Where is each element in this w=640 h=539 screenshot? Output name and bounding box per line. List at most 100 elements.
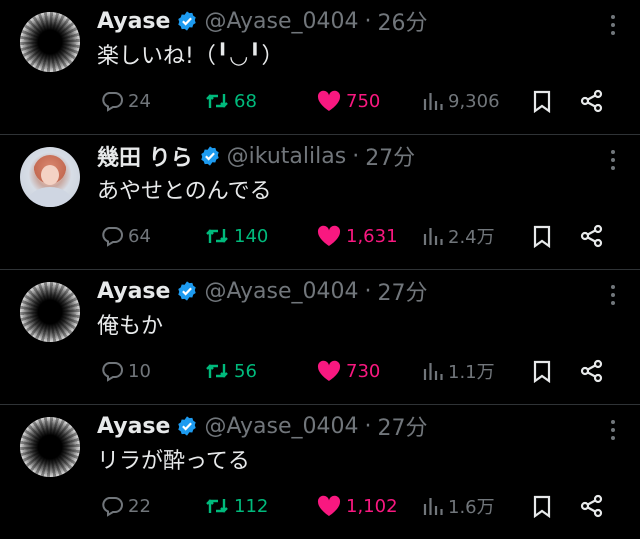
retweet-button[interactable]: 140 [204,221,268,251]
retweet-button[interactable]: 56 [204,356,257,386]
more-dots-icon[interactable] [610,419,616,441]
tweet-text: あやせとのんでる [97,179,272,204]
reply-button[interactable]: 22 [100,491,151,521]
avatar[interactable] [20,147,80,207]
bookmark-icon [533,495,551,518]
like-button[interactable]: 730 [316,356,380,386]
retweet-arrows-icon [206,364,228,378]
like-button[interactable]: 1,631 [316,221,398,251]
reply-button[interactable]: 10 [100,356,151,386]
handle[interactable]: @Ayase_0404 [204,9,358,34]
separator-dot: · [364,8,372,34]
timestamp[interactable]: 26分 [378,5,428,37]
views-bars-icon [423,363,443,380]
views-button[interactable]: 1.6万 [422,491,495,521]
handle[interactable]: @ikutalilas [227,144,347,169]
bookmark-icon [533,360,551,383]
view-count: 1.6万 [448,497,495,518]
bookmark-icon [533,225,551,248]
tweet-header: Ayase @Ayase_0404 · 26分 [97,5,428,37]
handle[interactable]: @Ayase_0404 [204,279,358,304]
view-count: 9,306 [448,90,500,112]
avatar[interactable] [20,417,80,477]
reply-count: 10 [128,360,151,382]
share-icon [580,359,603,383]
tweet[interactable]: 幾田 りら @ikutalilas · 27分 あやせとのんでる 64 140 … [0,135,640,270]
display-name[interactable]: Ayase [97,9,170,34]
more-dots-icon[interactable] [610,149,616,171]
reply-count: 64 [128,225,151,247]
verified-badge-icon [200,146,219,166]
display-name[interactable]: Ayase [97,279,170,304]
like-count: 1,102 [346,495,398,517]
tweet[interactable]: Ayase @Ayase_0404 · 27分 リラが酔ってる 22 112 1… [0,405,640,539]
retweet-count: 56 [234,360,257,382]
bookmark-icon [533,90,551,113]
heart-filled-icon [317,225,341,246]
handle[interactable]: @Ayase_0404 [204,414,358,439]
like-count: 730 [346,360,381,382]
retweet-count: 112 [234,495,269,517]
tweet[interactable]: Ayase @Ayase_0404 · 27分 俺もか 10 56 730 1.… [0,270,640,405]
bookmark-button[interactable] [531,221,553,251]
tweet[interactable]: Ayase @Ayase_0404 · 26分 楽しいね!（╹◡╹） 24 68… [0,0,640,135]
avatar-face-shape [41,165,59,185]
views-button[interactable]: 1.1万 [422,356,495,386]
action-bar: 24 68 750 9,306 [100,86,620,116]
retweet-button[interactable]: 68 [204,86,257,116]
like-button[interactable]: 1,102 [316,491,398,521]
views-button[interactable]: 2.4万 [422,221,495,251]
retweet-arrows-icon [206,94,228,108]
heart-filled-icon [317,495,341,516]
separator-dot: · [352,143,360,169]
separator-dot: · [364,278,372,304]
bookmark-button[interactable] [531,356,553,386]
timestamp[interactable]: 27分 [378,410,428,442]
avatar[interactable] [20,12,80,72]
like-button[interactable]: 750 [316,86,380,116]
retweet-arrows-icon [206,229,228,243]
more-dots-icon[interactable] [610,14,616,36]
verified-badge-icon [178,416,197,436]
retweet-count: 68 [234,90,257,112]
views-button[interactable]: 9,306 [422,86,500,116]
reply-count: 22 [128,495,151,517]
reply-bubble-icon [102,362,123,382]
view-count: 1.1万 [448,362,495,383]
timestamp[interactable]: 27分 [378,275,428,307]
retweet-count: 140 [234,225,269,247]
action-bar: 22 112 1,102 1.6万 [100,491,620,521]
like-count: 750 [346,90,381,112]
avatar[interactable] [20,282,80,342]
share-icon [580,494,603,518]
reply-count: 24 [128,90,151,112]
separator-dot: · [364,413,372,439]
timeline: Ayase @Ayase_0404 · 26分 楽しいね!（╹◡╹） 24 68… [0,0,640,539]
display-name[interactable]: 幾田 りら [97,140,193,172]
bookmark-button[interactable] [531,86,553,116]
share-button[interactable] [579,491,605,521]
action-bar: 64 140 1,631 2.4万 [100,221,620,251]
tweet-text: 俺もか [97,314,164,339]
retweet-button[interactable]: 112 [204,491,268,521]
reply-bubble-icon [102,227,123,247]
reply-button[interactable]: 64 [100,221,151,251]
bookmark-button[interactable] [531,491,553,521]
views-bars-icon [423,93,443,110]
share-button[interactable] [579,221,605,251]
views-bars-icon [423,498,443,515]
verified-badge-icon [178,11,197,31]
heart-filled-icon [317,90,341,111]
more-dots-icon[interactable] [610,284,616,306]
share-button[interactable] [579,356,605,386]
tweet-text: リラが酔ってる [97,449,250,474]
timestamp[interactable]: 27分 [365,140,415,172]
share-icon [580,89,603,113]
retweet-arrows-icon [206,499,228,513]
share-button[interactable] [579,86,605,116]
display-name[interactable]: Ayase [97,414,170,439]
reply-button[interactable]: 24 [100,86,151,116]
like-count: 1,631 [346,225,398,247]
tweet-text: 楽しいね!（╹◡╹） [97,44,284,69]
heart-filled-icon [317,360,341,381]
